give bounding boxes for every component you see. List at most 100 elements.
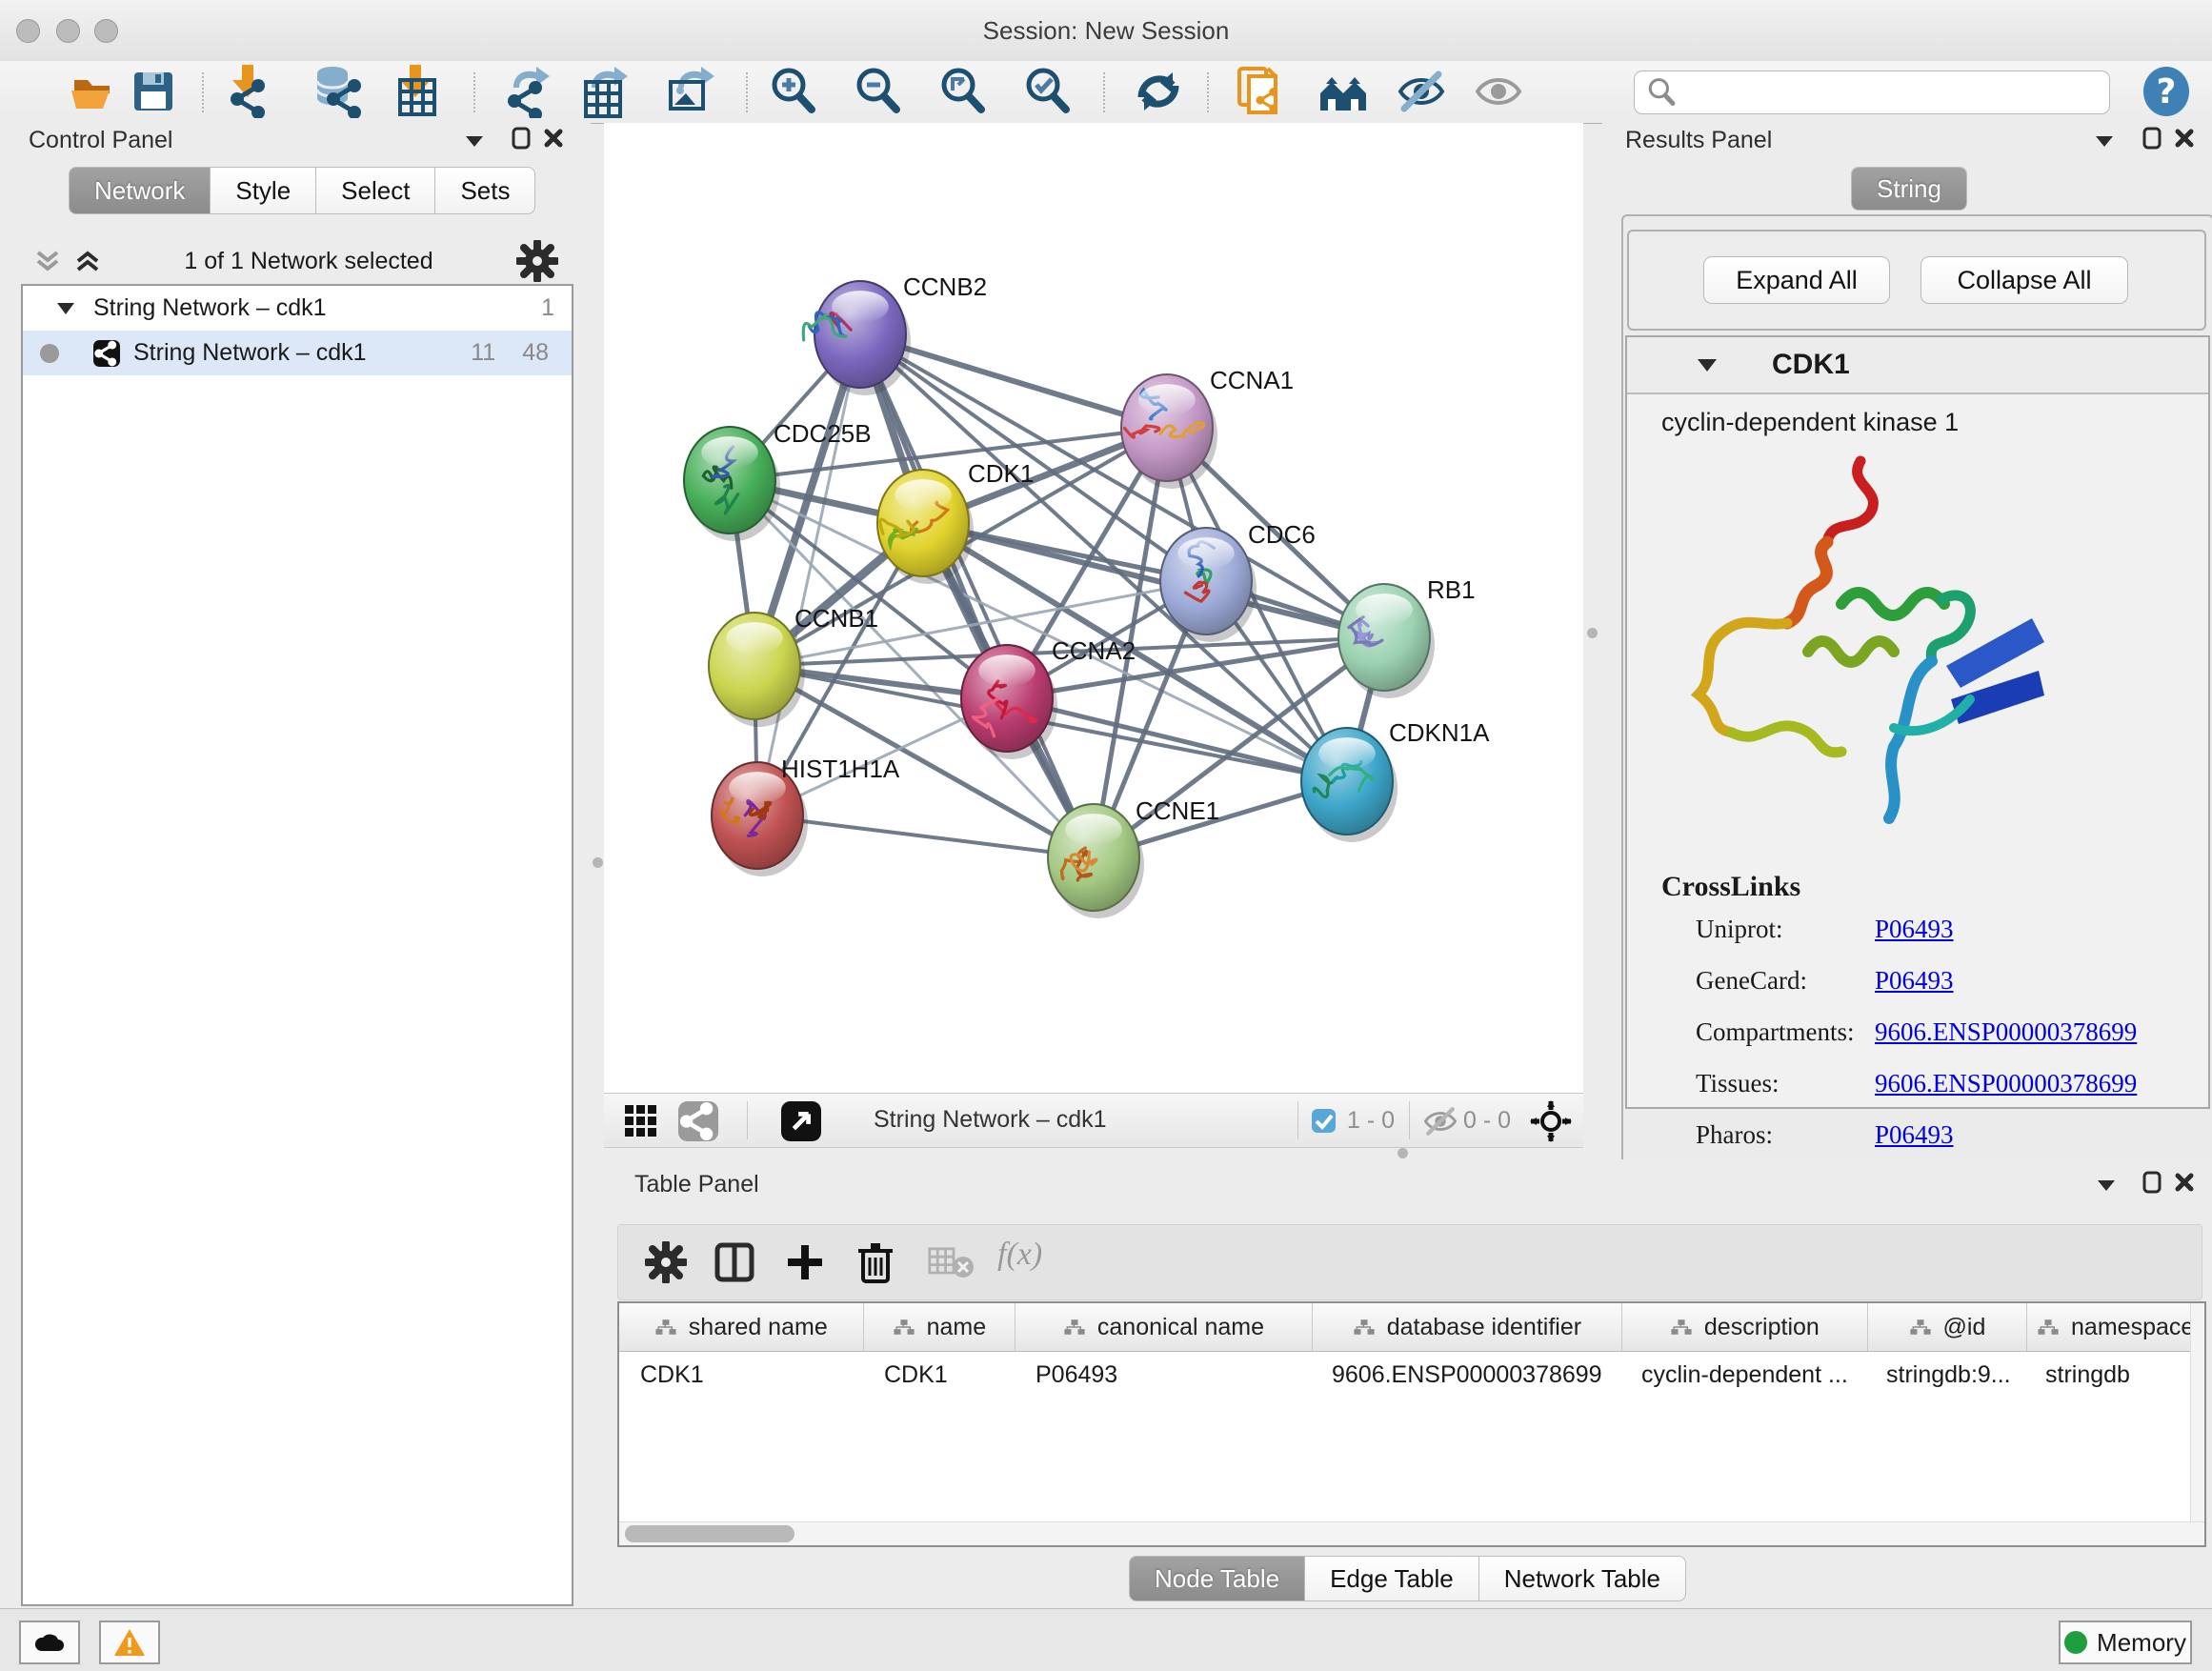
- collapse-all-networks-icon[interactable]: [34, 249, 61, 273]
- warnings-button[interactable]: [99, 1621, 160, 1664]
- column-label: @id: [1943, 1314, 1986, 1341]
- string-network-graph[interactable]: CCNB2CCNA1CDC25BCDK1CDC6RB1CCNB1CCNA2CDK…: [604, 123, 1583, 1093]
- save-session-icon[interactable]: [127, 65, 180, 118]
- network-view-mode-icon[interactable]: [678, 1101, 718, 1141]
- network-node[interactable]: [726, 622, 783, 654]
- import-network-database-icon[interactable]: [312, 65, 365, 118]
- table-horizontal-scrollbar[interactable]: [619, 1521, 2204, 1545]
- gene-section-header[interactable]: CDK1: [1627, 337, 2208, 394]
- zoom-in-icon[interactable]: [768, 65, 821, 118]
- right-splitter-handle[interactable]: [1587, 628, 1598, 638]
- panel-menu-icon[interactable]: [464, 132, 485, 150]
- crosslink-link[interactable]: P06493: [1875, 915, 1954, 944]
- network-view-canvas[interactable]: CCNB2CCNA1CDC25BCDK1CDC6RB1CCNB1CCNA2CDK…: [604, 123, 1583, 1093]
- column-header-description[interactable]: description: [1622, 1303, 1868, 1351]
- search-input[interactable]: [1686, 78, 2109, 107]
- cell[interactable]: CDK1: [619, 1352, 863, 1398]
- import-table-icon[interactable]: [389, 65, 442, 118]
- tab-style[interactable]: Style: [210, 167, 316, 214]
- network-node[interactable]: [729, 772, 786, 804]
- crosslink-link[interactable]: P06493: [1875, 966, 1954, 996]
- tab-select[interactable]: Select: [315, 167, 435, 214]
- network-row-selected[interactable]: String Network – cdk1 11 48: [23, 331, 572, 375]
- cell[interactable]: stringdb: [2024, 1352, 2201, 1398]
- expand-all-networks-icon[interactable]: [74, 249, 101, 273]
- column-header-name[interactable]: name: [864, 1303, 1016, 1351]
- crosslink-link[interactable]: P06493: [1875, 1120, 1954, 1150]
- selected-checkbox-icon[interactable]: [1311, 1108, 1337, 1134]
- panel-float-icon[interactable]: [511, 127, 532, 150]
- cell[interactable]: stringdb:9...: [1865, 1352, 2024, 1398]
- column-header-database-identifier[interactable]: database identifier: [1313, 1303, 1622, 1351]
- create-column-icon[interactable]: [784, 1241, 826, 1283]
- zoom-selected-icon[interactable]: [1022, 65, 1076, 118]
- duplicate-network-icon[interactable]: [1234, 65, 1287, 118]
- expand-all-button[interactable]: Expand All: [1703, 256, 1890, 304]
- scrollbar-thumb[interactable]: [625, 1525, 794, 1542]
- network-node[interactable]: [1138, 384, 1196, 416]
- hidden-eye-slash-icon[interactable]: [1421, 1105, 1459, 1137]
- network-node[interactable]: [1356, 594, 1413, 626]
- network-node[interactable]: [832, 291, 889, 323]
- panel-close-icon[interactable]: [543, 128, 564, 149]
- network-options-gear-icon[interactable]: [516, 240, 558, 282]
- panel-close-icon[interactable]: [2174, 128, 2195, 149]
- zoom-fit-icon[interactable]: [937, 65, 991, 118]
- column-header--id[interactable]: @id: [1868, 1303, 2028, 1351]
- tab-network[interactable]: Network: [69, 167, 211, 214]
- network-collection-row[interactable]: String Network – cdk1 1: [23, 286, 572, 331]
- show-all-icon[interactable]: [1472, 65, 1525, 118]
- network-list: String Network – cdk1 1 String Network –…: [21, 284, 573, 1606]
- cell[interactable]: CDK1: [863, 1352, 1015, 1398]
- panel-menu-icon[interactable]: [2094, 132, 2115, 150]
- panel-float-icon[interactable]: [2142, 127, 2162, 150]
- network-node[interactable]: [1318, 737, 1376, 770]
- column-header-shared-name[interactable]: shared name: [619, 1303, 864, 1351]
- cell[interactable]: cyclin-dependent ...: [1620, 1352, 1865, 1398]
- string-home-icon[interactable]: [1317, 65, 1370, 118]
- column-header-namespace[interactable]: namespace: [2027, 1303, 2204, 1351]
- collection-expander-icon[interactable]: [55, 300, 76, 317]
- network-node[interactable]: [1177, 537, 1235, 570]
- hide-unhide-icon[interactable]: [1395, 65, 1448, 118]
- table-vertical-scrollbar[interactable]: [2190, 1303, 2204, 1522]
- network-node[interactable]: [701, 436, 758, 469]
- grid-mode-icon[interactable]: [623, 1103, 659, 1139]
- network-node[interactable]: [978, 654, 1036, 687]
- panel-menu-icon[interactable]: [2096, 1177, 2117, 1194]
- panel-float-icon[interactable]: [2142, 1171, 2162, 1194]
- panel-close-icon[interactable]: [2174, 1172, 2195, 1193]
- network-node[interactable]: [1065, 814, 1122, 846]
- fit-selected-crosshair-icon[interactable]: [1530, 1100, 1572, 1142]
- export-network-icon[interactable]: [498, 65, 552, 118]
- delete-column-icon[interactable]: [855, 1239, 896, 1285]
- crosslink-link[interactable]: 9606.ENSP00000378699: [1875, 1069, 2137, 1098]
- table-options-gear-icon[interactable]: [645, 1241, 687, 1283]
- birds-eye-view-icon[interactable]: [781, 1101, 821, 1141]
- cloud-status-button[interactable]: [19, 1621, 80, 1664]
- show-columns-icon[interactable]: [714, 1241, 755, 1283]
- tab-string[interactable]: String: [1851, 167, 1967, 211]
- memory-button[interactable]: Memory: [2059, 1621, 2192, 1664]
- network-node[interactable]: [895, 479, 952, 512]
- export-table-icon[interactable]: [576, 65, 630, 118]
- import-network-file-icon[interactable]: [221, 65, 274, 118]
- tab-edge-table[interactable]: Edge Table: [1304, 1556, 1479, 1601]
- cell[interactable]: 9606.ENSP00000378699: [1311, 1352, 1620, 1398]
- tab-sets[interactable]: Sets: [434, 167, 535, 214]
- zoom-out-icon[interactable]: [853, 65, 906, 118]
- crosslink-link[interactable]: 9606.ENSP00000378699: [1875, 1017, 2137, 1047]
- tab-node-table[interactable]: Node Table: [1129, 1556, 1305, 1601]
- collapse-all-button[interactable]: Collapse All: [1920, 256, 2128, 304]
- cell[interactable]: P06493: [1015, 1352, 1311, 1398]
- horizontal-splitter-handle[interactable]: [1398, 1148, 1408, 1158]
- help-icon[interactable]: ?: [2140, 65, 2193, 118]
- section-expander-icon[interactable]: [1696, 355, 1719, 374]
- export-image-icon[interactable]: [663, 65, 716, 118]
- left-splitter-handle[interactable]: [593, 857, 603, 868]
- tab-network-table[interactable]: Network Table: [1478, 1556, 1686, 1601]
- table-data-row[interactable]: CDK1CDK1P064939606.ENSP00000378699cyclin…: [619, 1352, 2204, 1398]
- column-header-canonical-name[interactable]: canonical name: [1016, 1303, 1312, 1351]
- apply-layout-icon[interactable]: [1132, 65, 1185, 118]
- open-session-icon[interactable]: [67, 65, 120, 118]
